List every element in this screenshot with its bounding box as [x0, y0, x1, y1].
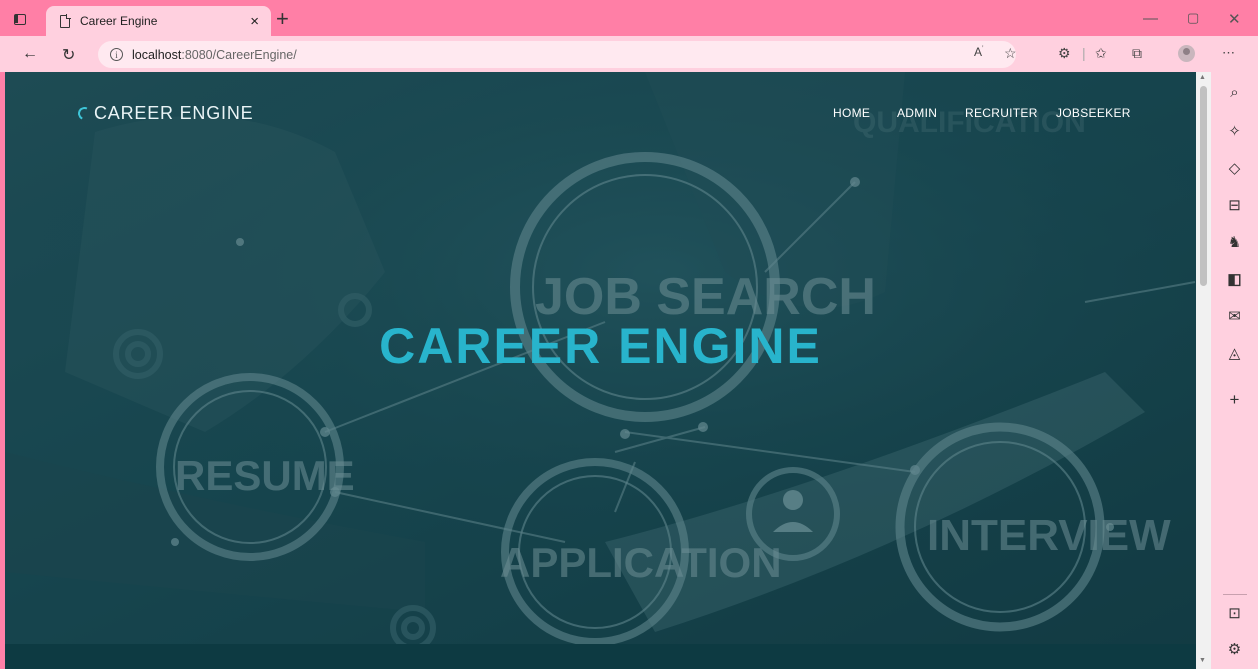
panel-icon[interactable]: ⊡ — [1211, 604, 1258, 622]
settings-icon[interactable]: ⚙ — [1211, 640, 1258, 658]
search-icon[interactable]: ⌕ — [1211, 84, 1258, 101]
url-text: localhost:8080/CareerEngine/ — [132, 47, 297, 62]
read-aloud-icon[interactable]: Aʼ — [974, 45, 984, 59]
scroll-up-icon[interactable]: ▲ — [1199, 74, 1206, 81]
nav-jobseeker[interactable]: JOBSEEKER — [1056, 106, 1131, 120]
new-tab-button[interactable]: + — [276, 6, 289, 32]
briefcase-icon[interactable]: ⊟ — [1211, 196, 1258, 214]
page-icon — [60, 14, 71, 28]
sparkle-icon[interactable]: ✧ — [1211, 122, 1258, 140]
browser-sidebar: ⌕ ✧ ◇ ⊟ ♞ ◧ ✉ ◬ + ⊡ ⚙ — [1211, 72, 1258, 669]
tab-close-icon[interactable]: × — [250, 13, 259, 30]
outlook-icon[interactable]: ✉ — [1211, 307, 1258, 325]
favorites-icon[interactable]: ✩ — [1095, 45, 1107, 62]
collections-icon[interactable]: ⧉ — [1132, 45, 1142, 62]
office-icon[interactable]: ◧ — [1211, 270, 1258, 288]
site-info-icon[interactable]: i — [110, 48, 123, 61]
profile-icon[interactable] — [1178, 45, 1195, 62]
logo-arc-icon — [76, 105, 93, 122]
scroll-down-icon[interactable]: ▼ — [1199, 657, 1206, 664]
refresh-icon[interactable]: ↻ — [62, 45, 75, 65]
add-icon[interactable]: + — [1211, 390, 1258, 410]
browser-tab[interactable]: Career Engine × — [46, 6, 271, 36]
hero-title: CAREER ENGINE — [379, 318, 822, 374]
site-logo[interactable]: CAREER ENGINE — [76, 103, 254, 124]
window-close-button[interactable]: ✕ — [1228, 10, 1241, 28]
nav-home[interactable]: HOME — [833, 106, 870, 120]
divider: | — [1082, 45, 1086, 61]
url-field[interactable]: i localhost:8080/CareerEngine/ — [98, 41, 1016, 68]
games-icon[interactable]: ♞ — [1211, 233, 1258, 251]
favorite-add-icon[interactable]: ☆ — [1004, 45, 1017, 62]
address-bar: ← ↻ i localhost:8080/CareerEngine/ Aʼ ☆ … — [0, 36, 1258, 72]
tag-icon[interactable]: ◇ — [1211, 159, 1258, 177]
browser-titlebar: Career Engine × + — ▢ ✕ — [0, 0, 1258, 36]
back-icon[interactable]: ← — [22, 45, 38, 63]
bottom-strip — [5, 644, 1196, 669]
sidebar-divider — [1223, 594, 1247, 595]
tab-actions-icon[interactable] — [8, 8, 32, 30]
site-brand-text: CAREER ENGINE — [94, 103, 254, 123]
nav-admin[interactable]: ADMIN — [897, 106, 937, 120]
bell-icon[interactable]: ◬ — [1211, 344, 1258, 362]
tab-title: Career Engine — [80, 14, 158, 28]
scroll-thumb[interactable] — [1200, 86, 1207, 286]
minimize-button[interactable]: — — [1143, 10, 1158, 27]
more-icon[interactable]: ⋯ — [1222, 45, 1235, 61]
nav-recruiter[interactable]: RECRUITER — [965, 106, 1038, 120]
page-scrollbar[interactable]: ▲ ▼ — [1196, 72, 1211, 669]
restore-button[interactable]: ▢ — [1187, 10, 1199, 26]
page-viewport: JOB SEARCH RESUME APPLICATION INTERVIEW … — [5, 72, 1196, 669]
extensions-icon[interactable]: ⚙ — [1058, 45, 1071, 62]
